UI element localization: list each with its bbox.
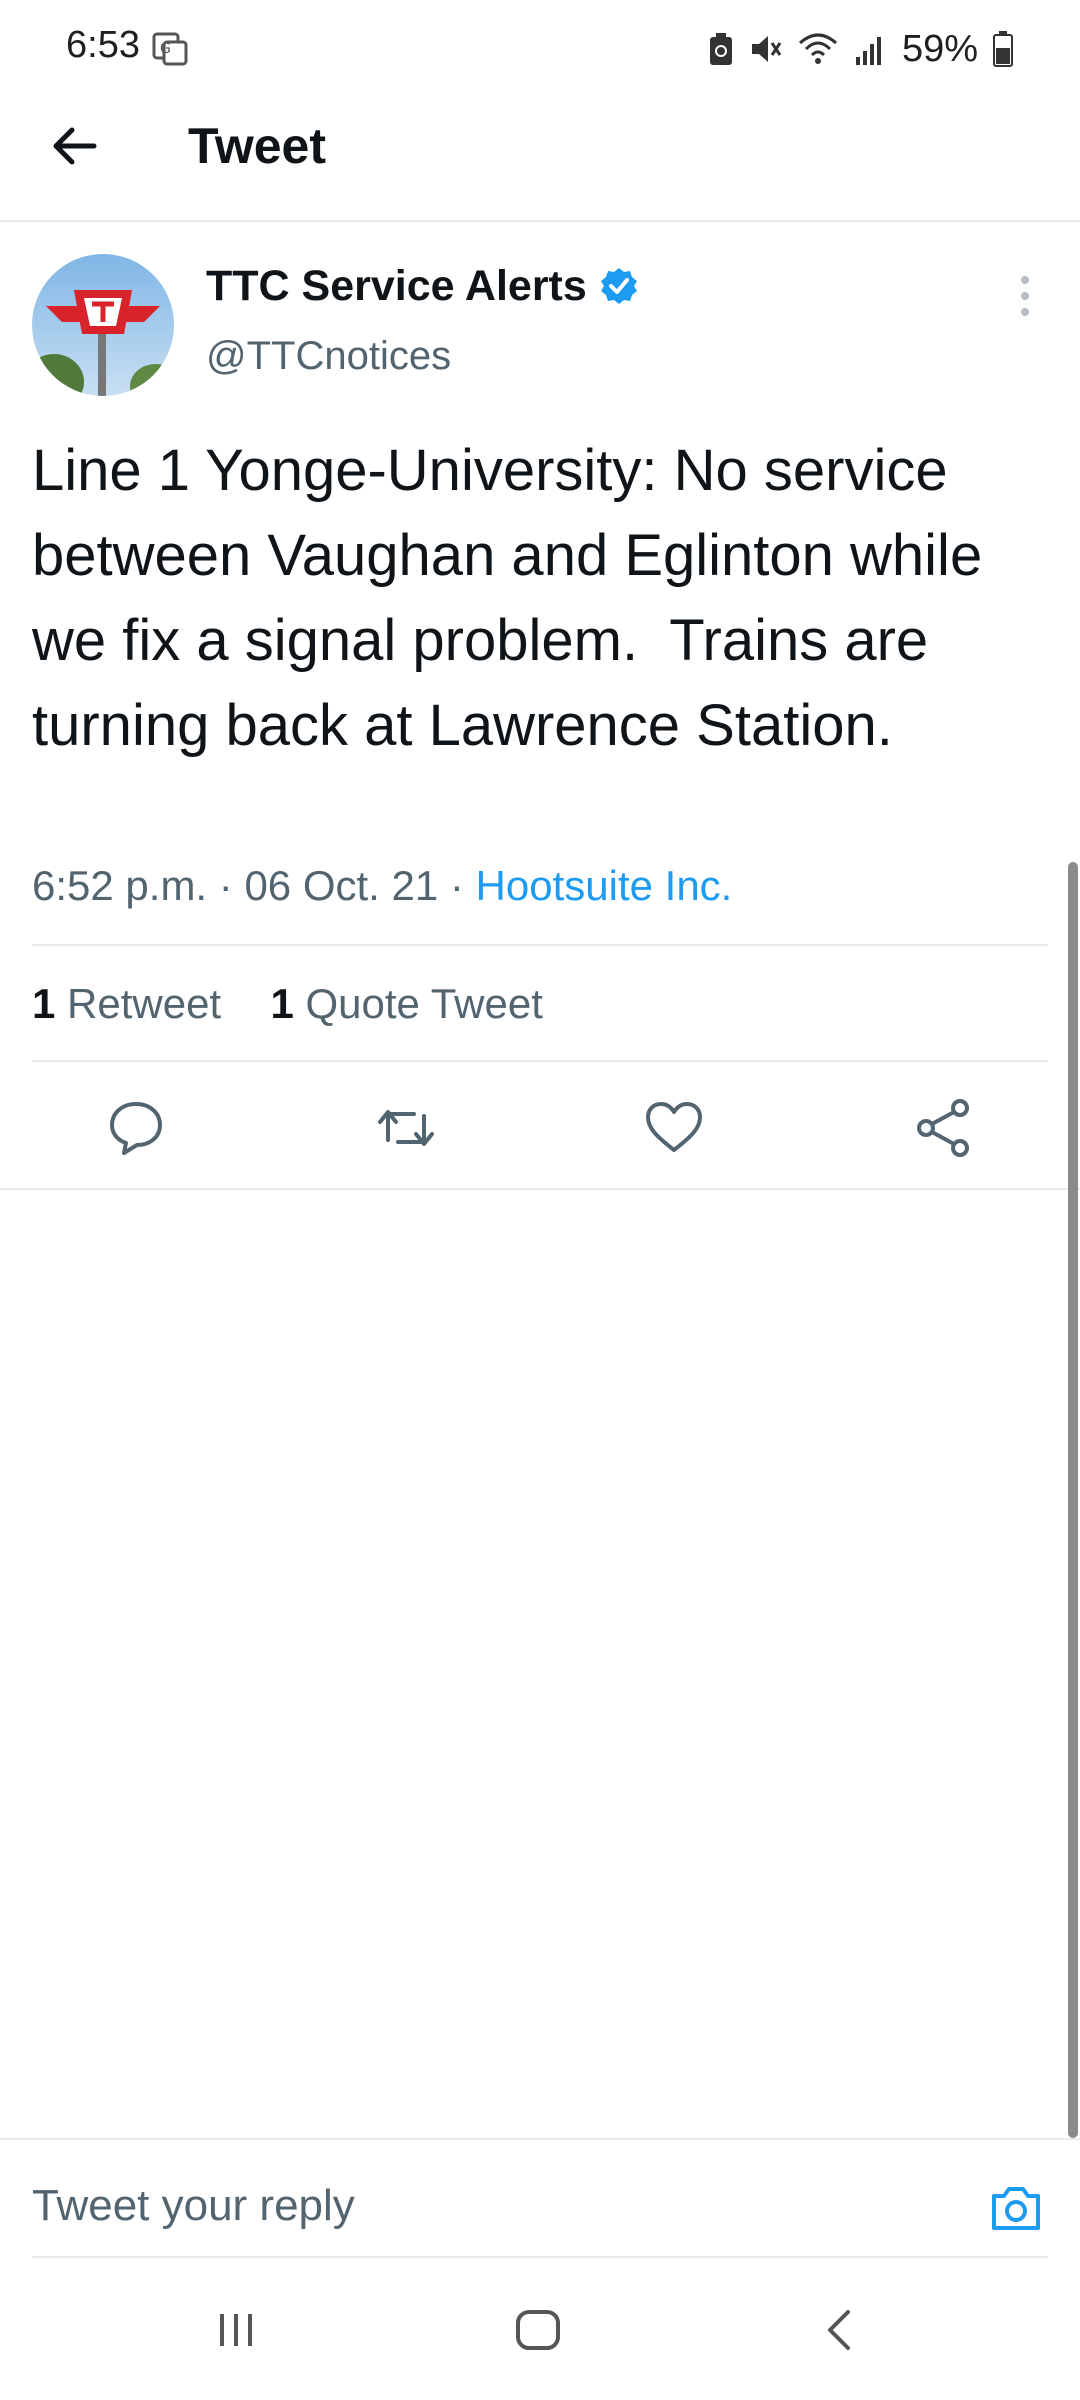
recent-apps-icon[interactable]	[206, 2300, 266, 2360]
author-name[interactable]: TTC Service Alerts	[206, 260, 587, 312]
retweet-icon[interactable]	[374, 1096, 438, 1160]
reply-bottom-divider	[32, 2256, 1048, 2258]
ttc-logo-avatar	[32, 254, 174, 396]
stats-divider	[32, 1060, 1048, 1062]
battery-icon	[993, 31, 1013, 67]
page-title: Tweet	[188, 118, 326, 174]
meta-separator: ·	[207, 862, 245, 909]
tweet-stats: 1 Retweet 1 Quote Tweet	[32, 976, 543, 1032]
battery-saver-icon	[709, 33, 732, 65]
retweets-count: 1	[32, 980, 56, 1027]
meta-divider	[32, 944, 1048, 946]
scrollbar[interactable]	[1068, 862, 1078, 2138]
reply-input[interactable]: Tweet your reply	[32, 2176, 355, 2236]
reply-icon[interactable]	[104, 1096, 168, 1160]
share-icon[interactable]	[912, 1096, 976, 1160]
verified-badge-icon	[600, 268, 637, 304]
status-icons: 59%	[708, 24, 1014, 74]
quotes-count: 1	[270, 980, 294, 1027]
author-handle[interactable]: @TTCnotices	[206, 330, 451, 382]
tweet-date: 06 Oct. 21	[244, 862, 439, 909]
back-nav-icon[interactable]	[810, 2300, 870, 2360]
tweet-source-link[interactable]: Hootsuite Inc.	[476, 862, 733, 909]
header-divider	[0, 220, 1080, 222]
author-name-row[interactable]: TTC Service Alerts	[206, 260, 639, 312]
retweets-stat[interactable]: 1 Retweet	[32, 980, 221, 1027]
quotes-label: Quote Tweet	[305, 980, 543, 1027]
wifi-icon	[798, 33, 837, 64]
tweet-time: 6:52 p.m.	[32, 862, 208, 909]
mute-icon	[751, 36, 782, 62]
signal-icon	[855, 37, 881, 65]
home-icon[interactable]	[508, 2300, 568, 2360]
meta-separator: ·	[438, 862, 476, 909]
back-arrow-icon[interactable]	[44, 116, 104, 176]
like-heart-icon[interactable]	[642, 1096, 706, 1160]
battery-percent: 59%	[901, 27, 978, 70]
translate-notification-icon: G	[152, 32, 188, 66]
quote-tweets-stat[interactable]: 1 Quote Tweet	[270, 980, 542, 1027]
more-options-icon[interactable]	[1010, 272, 1040, 320]
tweet-text: Line 1 Yonge-University: No service betw…	[32, 438, 999, 758]
camera-icon[interactable]	[988, 2180, 1044, 2236]
tweet-meta: 6:52 p.m. · 06 Oct. 21 · Hootsuite Inc.	[32, 858, 732, 914]
reply-top-divider	[0, 2138, 1080, 2140]
avatar[interactable]	[32, 254, 174, 396]
retweets-label: Retweet	[67, 980, 222, 1027]
actions-divider	[0, 1188, 1080, 1190]
status-time: 6:53	[66, 24, 140, 66]
svg-text:G: G	[160, 41, 171, 57]
